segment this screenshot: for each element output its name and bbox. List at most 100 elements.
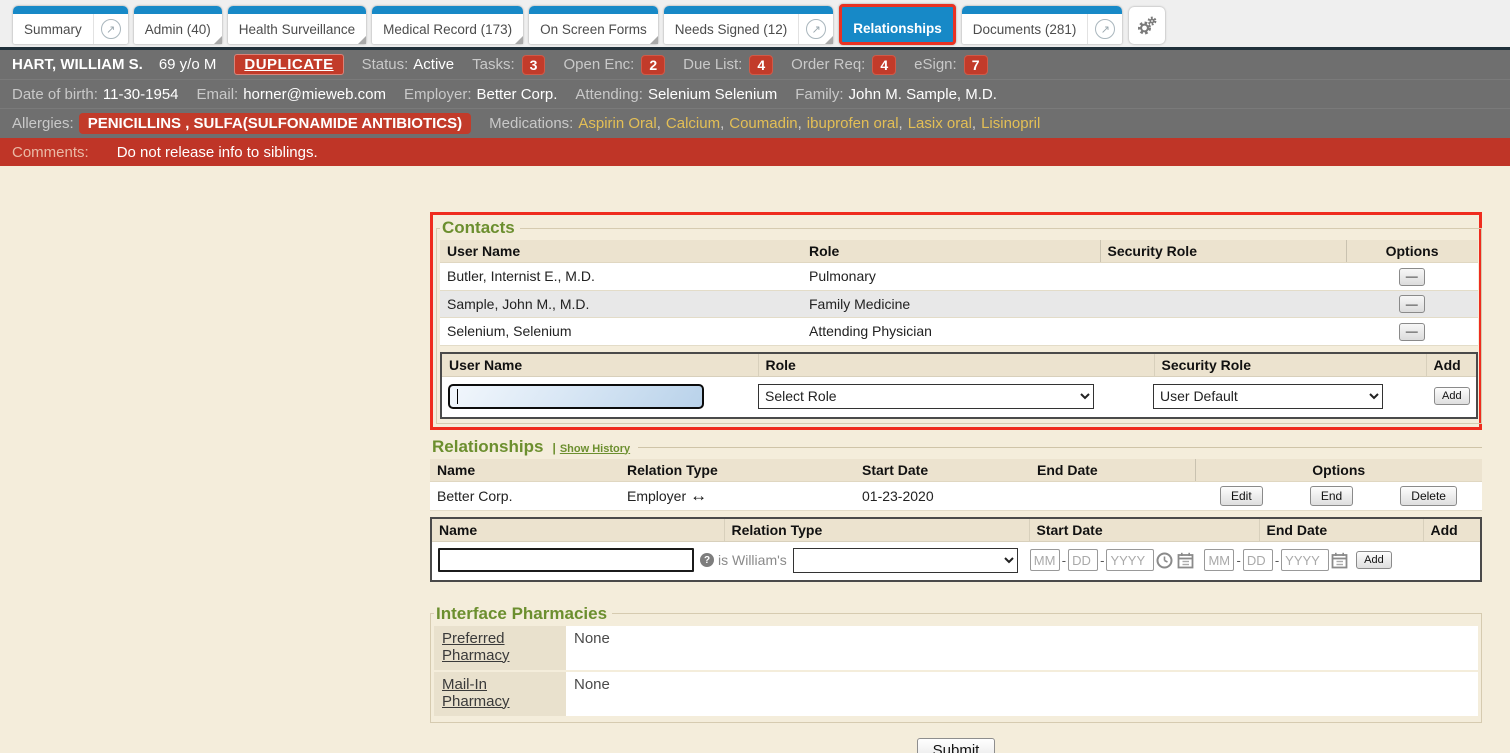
employer-label: Employer: bbox=[404, 86, 472, 103]
end-date-picker-button[interactable] bbox=[1329, 552, 1350, 569]
add-col-role: Role bbox=[758, 354, 1154, 377]
end-year-input[interactable] bbox=[1281, 549, 1329, 571]
contacts-annotation-box: Contacts User Name Role Security Role Op… bbox=[430, 212, 1482, 430]
submit-button[interactable]: Submit bbox=[917, 738, 996, 753]
remove-contact-button[interactable]: — bbox=[1399, 295, 1425, 313]
add-relationship-form: Name Relation Type Start Date End Date A… bbox=[430, 517, 1482, 582]
interface-pharmacies-section: Interface Pharmacies Preferred Pharmacy … bbox=[430, 604, 1482, 723]
tab-summary-label: Summary bbox=[13, 14, 93, 44]
open-enc-badge[interactable]: 2 bbox=[641, 55, 665, 75]
patient-age-sex: 69 y/o M bbox=[159, 56, 217, 73]
start-year-input[interactable] bbox=[1106, 549, 1154, 571]
medication-link[interactable]: Aspirin Oral bbox=[578, 115, 656, 132]
contact-security-role bbox=[1100, 318, 1346, 346]
duplicate-flag[interactable]: DUPLICATE bbox=[234, 54, 343, 75]
start-date-picker-button[interactable] bbox=[1175, 552, 1196, 569]
tasks-badge[interactable]: 3 bbox=[522, 55, 546, 75]
tab-health-surveillance-label: Health Surveillance bbox=[228, 14, 366, 44]
show-history-link[interactable]: Show History bbox=[560, 443, 630, 455]
med-separator: , bbox=[720, 115, 724, 132]
med-separator: , bbox=[972, 115, 976, 132]
open-in-new-icon: ↗ bbox=[806, 19, 826, 39]
page-content: Contacts User Name Role Security Role Op… bbox=[0, 166, 1510, 753]
tab-needs-signed-label: Needs Signed (12) bbox=[664, 14, 799, 44]
tab-health-surveillance[interactable]: Health Surveillance bbox=[228, 6, 366, 44]
start-time-picker-button[interactable] bbox=[1154, 552, 1175, 569]
relationships-title: Relationships bbox=[430, 437, 548, 457]
contact-name: Selenium, Selenium bbox=[440, 318, 802, 346]
open-in-new-icon: ↗ bbox=[101, 19, 121, 39]
start-month-input[interactable] bbox=[1030, 549, 1060, 571]
comments-label: Comments: bbox=[12, 144, 89, 161]
mail-in-pharmacy-value: None bbox=[566, 671, 1478, 717]
end-day-input[interactable] bbox=[1243, 549, 1273, 571]
allergies-value[interactable]: PENICILLINS , SULFA(SULFONAMIDE ANTIBIOT… bbox=[79, 113, 471, 134]
contact-role-select[interactable]: Select Role bbox=[758, 384, 1094, 409]
status-value: Active bbox=[413, 56, 454, 73]
relationships-section: Relationships | Show History Name Relati… bbox=[430, 437, 1482, 582]
tab-documents[interactable]: Documents (281) ↗ bbox=[962, 6, 1123, 44]
contact-user-name-input[interactable] bbox=[448, 384, 704, 409]
end-month-input[interactable] bbox=[1204, 549, 1234, 571]
med-separator: , bbox=[798, 115, 802, 132]
relationship-name-input[interactable] bbox=[438, 548, 694, 572]
start-day-input[interactable] bbox=[1068, 549, 1098, 571]
medication-link[interactable]: Lasix oral bbox=[908, 115, 972, 132]
title-divider: | bbox=[552, 441, 555, 455]
order-req-badge[interactable]: 4 bbox=[872, 55, 896, 75]
add-relationship-button[interactable]: Add bbox=[1356, 551, 1392, 569]
col-security-role: Security Role bbox=[1100, 240, 1346, 263]
patient-header-row1: HART, WILLIAM S. 69 y/o M DUPLICATE Stat… bbox=[0, 50, 1510, 80]
remove-contact-button[interactable]: — bbox=[1399, 268, 1425, 286]
relationship-row: Better Corp. Employer↔ 01-23-2020 Edit E… bbox=[430, 481, 1482, 510]
contact-security-role bbox=[1100, 290, 1346, 318]
employer-value: Better Corp. bbox=[477, 86, 558, 103]
tab-medical-record[interactable]: Medical Record (173) bbox=[372, 6, 523, 44]
tab-on-screen-forms[interactable]: On Screen Forms bbox=[529, 6, 658, 44]
esign-badge[interactable]: 7 bbox=[964, 55, 988, 75]
add-contact-form: User Name Role Security Role Add Select … bbox=[440, 352, 1478, 419]
medication-link[interactable]: Lisinopril bbox=[981, 115, 1040, 132]
col-role: Role bbox=[802, 240, 1100, 263]
col-name: Name bbox=[430, 459, 620, 482]
patient-name: HART, WILLIAM S. bbox=[12, 56, 143, 73]
calendar-icon bbox=[1177, 552, 1194, 569]
tab-admin[interactable]: Admin (40) bbox=[134, 6, 222, 44]
mail-in-pharmacy-link[interactable]: Mail-In Pharmacy bbox=[442, 676, 510, 710]
dob-value: 11-30-1954 bbox=[103, 86, 179, 103]
col-user-name: User Name bbox=[440, 240, 802, 263]
edit-relationship-button[interactable]: Edit bbox=[1220, 486, 1263, 506]
tab-summary[interactable]: Summary ↗ bbox=[13, 6, 128, 44]
tab-needs-signed[interactable]: Needs Signed (12) ↗ bbox=[664, 6, 834, 44]
open-in-new-icon: ↗ bbox=[1095, 19, 1115, 39]
medication-link[interactable]: ibuprofen oral bbox=[807, 115, 899, 132]
tab-summary-popout[interactable]: ↗ bbox=[93, 14, 128, 44]
relationship-name: Better Corp. bbox=[430, 481, 620, 510]
medication-link[interactable]: Calcium bbox=[666, 115, 720, 132]
patient-header-row2: Date of birth: 11-30-1954 Email: horner@… bbox=[0, 80, 1510, 109]
preferred-pharmacy-link[interactable]: Preferred Pharmacy bbox=[442, 630, 510, 664]
tab-medical-record-label: Medical Record (173) bbox=[372, 14, 523, 44]
due-list-badge[interactable]: 4 bbox=[749, 55, 773, 75]
tab-relationships[interactable]: Relationships bbox=[839, 4, 956, 45]
relation-hint: is William's bbox=[718, 552, 787, 568]
help-icon[interactable]: ? bbox=[700, 553, 714, 567]
add-col-user-name: User Name bbox=[442, 354, 758, 377]
delete-relationship-button[interactable]: Delete bbox=[1400, 486, 1457, 506]
end-relationship-button[interactable]: End bbox=[1310, 486, 1353, 506]
allergies-label: Allergies: bbox=[12, 115, 74, 132]
remove-contact-button[interactable]: — bbox=[1399, 323, 1425, 341]
pharmacy-row: Preferred Pharmacy None bbox=[434, 626, 1478, 671]
relation-type-select[interactable] bbox=[793, 548, 1018, 573]
add-col-start-date: Start Date bbox=[1029, 519, 1259, 542]
tab-documents-popout[interactable]: ↗ bbox=[1087, 14, 1122, 44]
add-contact-button[interactable]: Add bbox=[1434, 387, 1470, 405]
comments-text: Do not release info to siblings. bbox=[117, 144, 318, 161]
medication-link[interactable]: Coumadin bbox=[729, 115, 797, 132]
tab-admin-label: Admin (40) bbox=[134, 14, 222, 44]
contact-security-role bbox=[1100, 263, 1346, 291]
contact-security-role-select[interactable]: User Default bbox=[1153, 384, 1383, 409]
settings-button[interactable] bbox=[1129, 7, 1165, 44]
med-separator: , bbox=[657, 115, 661, 132]
contact-name: Sample, John M., M.D. bbox=[440, 290, 802, 318]
